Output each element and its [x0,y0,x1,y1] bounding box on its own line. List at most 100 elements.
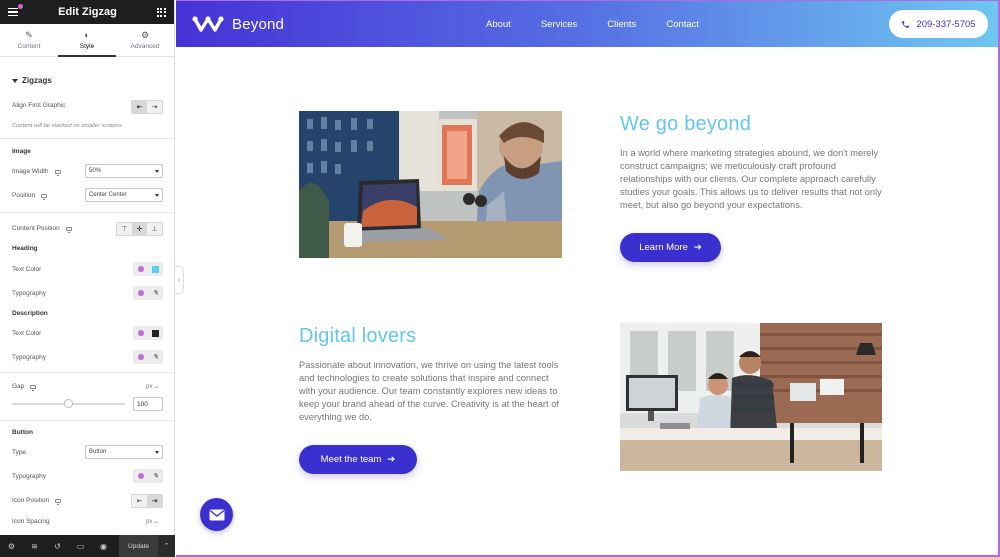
content-position-toggle: ⊤ ✛ ⊥ [116,222,163,236]
meet-the-team-button[interactable]: Meet the team ➔ [299,445,417,474]
feature-text: Passionate about innovation, we thrive o… [299,360,559,422]
nav-clients[interactable]: Clients [607,19,636,30]
nav-about[interactable]: About [486,19,511,30]
panel-title: Edit Zigzag [58,6,117,18]
align-first-graphic-label: Align First Graphic [12,102,66,109]
align-bottom-icon[interactable]: ⊥ [147,223,162,235]
align-top-icon[interactable]: ⊤ [117,223,132,235]
position-select[interactable]: Center Center [85,188,163,202]
learn-more-label: Learn More [639,242,688,253]
position-label: Position [12,192,36,199]
align-right-icon[interactable]: ⇥ [147,101,162,113]
phone-number: 209-337-5705 [916,18,976,30]
chevron-up-icon[interactable]: ⌃ [158,535,175,557]
globe-icon [137,330,144,336]
icon-spacing-unit: px [146,519,153,525]
half-circle-icon: ◐ [84,29,90,40]
gap-unit-select[interactable]: px ⌄ [146,383,159,390]
panel-footer: ⚙ ≋ ↺ ▭ ◉ Update ⌃ [0,535,175,557]
arrow-right-icon: ➔ [693,242,702,253]
history-icon[interactable]: ↺ [46,535,69,557]
globe-icon [137,354,144,360]
site-preview: Beyond About Services Clients Contact 20… [176,0,1000,557]
gear-icon: ⚙ [140,29,150,40]
global-color-button[interactable] [133,262,148,276]
chevron-down-icon [155,169,159,173]
description-color-picker [133,326,163,340]
gap-value: 100 [137,400,148,408]
layers-icon[interactable]: ≋ [23,535,46,557]
collapse-panel-handle[interactable]: ‹ [175,266,184,294]
office-laptop-photo [299,111,562,258]
nav-contact[interactable]: Contact [666,19,699,30]
site-logo[interactable]: Beyond [192,13,284,35]
desktop-icon[interactable] [65,226,72,233]
desktop-icon[interactable] [41,193,48,200]
nav-services[interactable]: Services [541,19,577,30]
edit-typography-button[interactable]: ✎ [148,469,163,483]
global-color-button[interactable] [133,326,148,340]
stack-note: Content will be stacked on smaller scree… [12,123,122,129]
tab-advanced-label: Advanced [130,42,160,50]
color-swatch-button[interactable] [148,262,163,276]
contact-fab-button[interactable] [200,498,233,531]
color-swatch [152,329,159,337]
pencil-icon: ✎ [152,354,159,361]
responsive-icon[interactable]: ▭ [69,535,92,557]
type-label: Type [12,449,27,456]
position-value: Center Center [89,192,127,198]
gap-label: Gap [12,383,25,390]
color-swatch-button[interactable] [148,326,163,340]
menu-icon[interactable] [8,3,23,17]
desktop-icon[interactable] [30,384,37,391]
align-left-icon[interactable]: ⇤ [132,101,147,113]
pencil-icon: ✎ [152,473,159,480]
divider [0,372,174,373]
edit-typography-button[interactable]: ✎ [148,286,163,300]
global-typography-button[interactable] [133,286,148,300]
heading-heading: Heading [12,245,38,252]
icon-before-icon[interactable]: ⇤ [132,495,147,507]
chevron-down-icon [155,193,159,197]
widgets-grid-icon[interactable] [156,7,166,17]
gap-slider-thumb[interactable] [64,399,73,408]
eye-icon[interactable]: ◉ [92,535,115,557]
type-select[interactable]: Button [85,445,163,459]
desktop-icon[interactable] [55,498,62,505]
gear-icon[interactable]: ⚙ [0,535,23,557]
tab-content[interactable]: ✎ Content [0,24,58,56]
image-width-label: Image Width [12,168,49,175]
main-nav: About Services Clients Contact [486,1,729,47]
divider [0,138,174,139]
icon-spacing-unit-select[interactable]: px ⌄ [146,518,159,525]
pencil-icon: ✎ [25,29,33,40]
gap-input[interactable]: 100 [133,397,163,411]
global-typography-button[interactable] [133,350,148,364]
image-width-select[interactable]: 50% [85,164,163,178]
feature-title: Digital lovers [299,325,417,347]
divider [0,420,174,421]
heading-text-color-label: Text Color [12,266,42,273]
chevron-down-icon [155,450,159,454]
tab-style[interactable]: ◐ Style [58,24,116,57]
section-title: Zigzags [22,76,52,85]
learn-more-button[interactable]: Learn More ➔ [620,233,721,262]
description-heading: Description [12,310,48,317]
tab-advanced[interactable]: ⚙ Advanced [116,24,174,56]
gap-unit: px [146,384,153,390]
section-toggle-zigzags[interactable]: Zigzags [12,76,52,85]
gap-row: Gap [12,383,164,391]
caret-down-icon [12,78,18,83]
update-button[interactable]: Update [119,535,158,557]
heading-color-picker [133,262,163,276]
align-middle-icon[interactable]: ✛ [132,223,147,235]
button-typography-controls: ✎ [133,469,163,483]
edit-typography-button[interactable]: ✎ [148,350,163,364]
chevron-left-icon: ‹ [177,276,181,284]
description-typography-controls: ✎ [133,350,163,364]
phone-button[interactable]: 209-337-5705 [889,10,988,38]
icon-after-icon[interactable]: ⇥ [147,495,162,507]
global-typography-button[interactable] [133,469,148,483]
editor-panel: Edit Zigzag ✎ Content ◐ Style ⚙ Advanced… [0,0,175,557]
desktop-icon[interactable] [54,169,61,176]
